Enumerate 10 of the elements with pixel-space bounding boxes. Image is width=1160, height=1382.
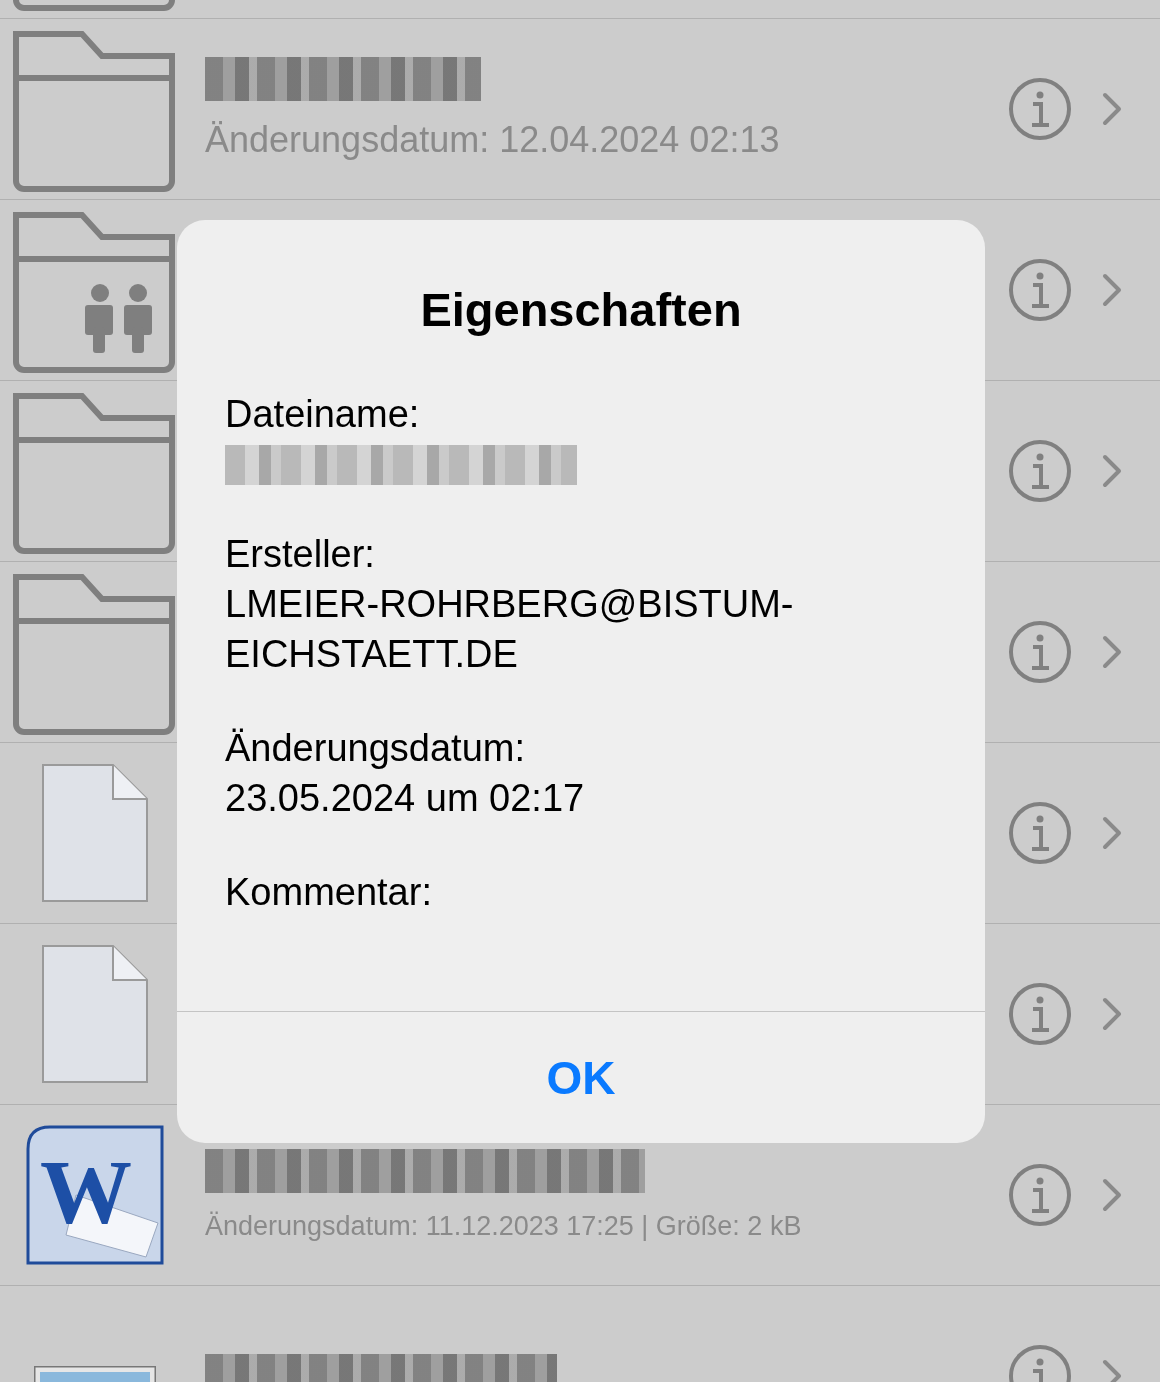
file-details: Änderungsdatum: 11.12.2023 17:25 | Größe: 2 kB [205, 1210, 803, 1242]
dialog-title: Eigenschaften [419, 282, 743, 337]
word-document-icon: W [26, 1125, 164, 1265]
field-value: 23.05.2024 um 02:17 [225, 776, 586, 821]
field-label: Änderungsdatum: [225, 726, 526, 771]
field-label: Ersteller: [225, 532, 376, 577]
field-label: Dateiname: [225, 392, 421, 437]
field-label: Kommentar: [225, 870, 433, 915]
field-value: LMEIER-ROHRBERG@BISTUM-EICHSTAETT.DE [225, 582, 795, 677]
file-details: Änderungsdatum: 12.04.2024 02:13 [205, 119, 781, 161]
